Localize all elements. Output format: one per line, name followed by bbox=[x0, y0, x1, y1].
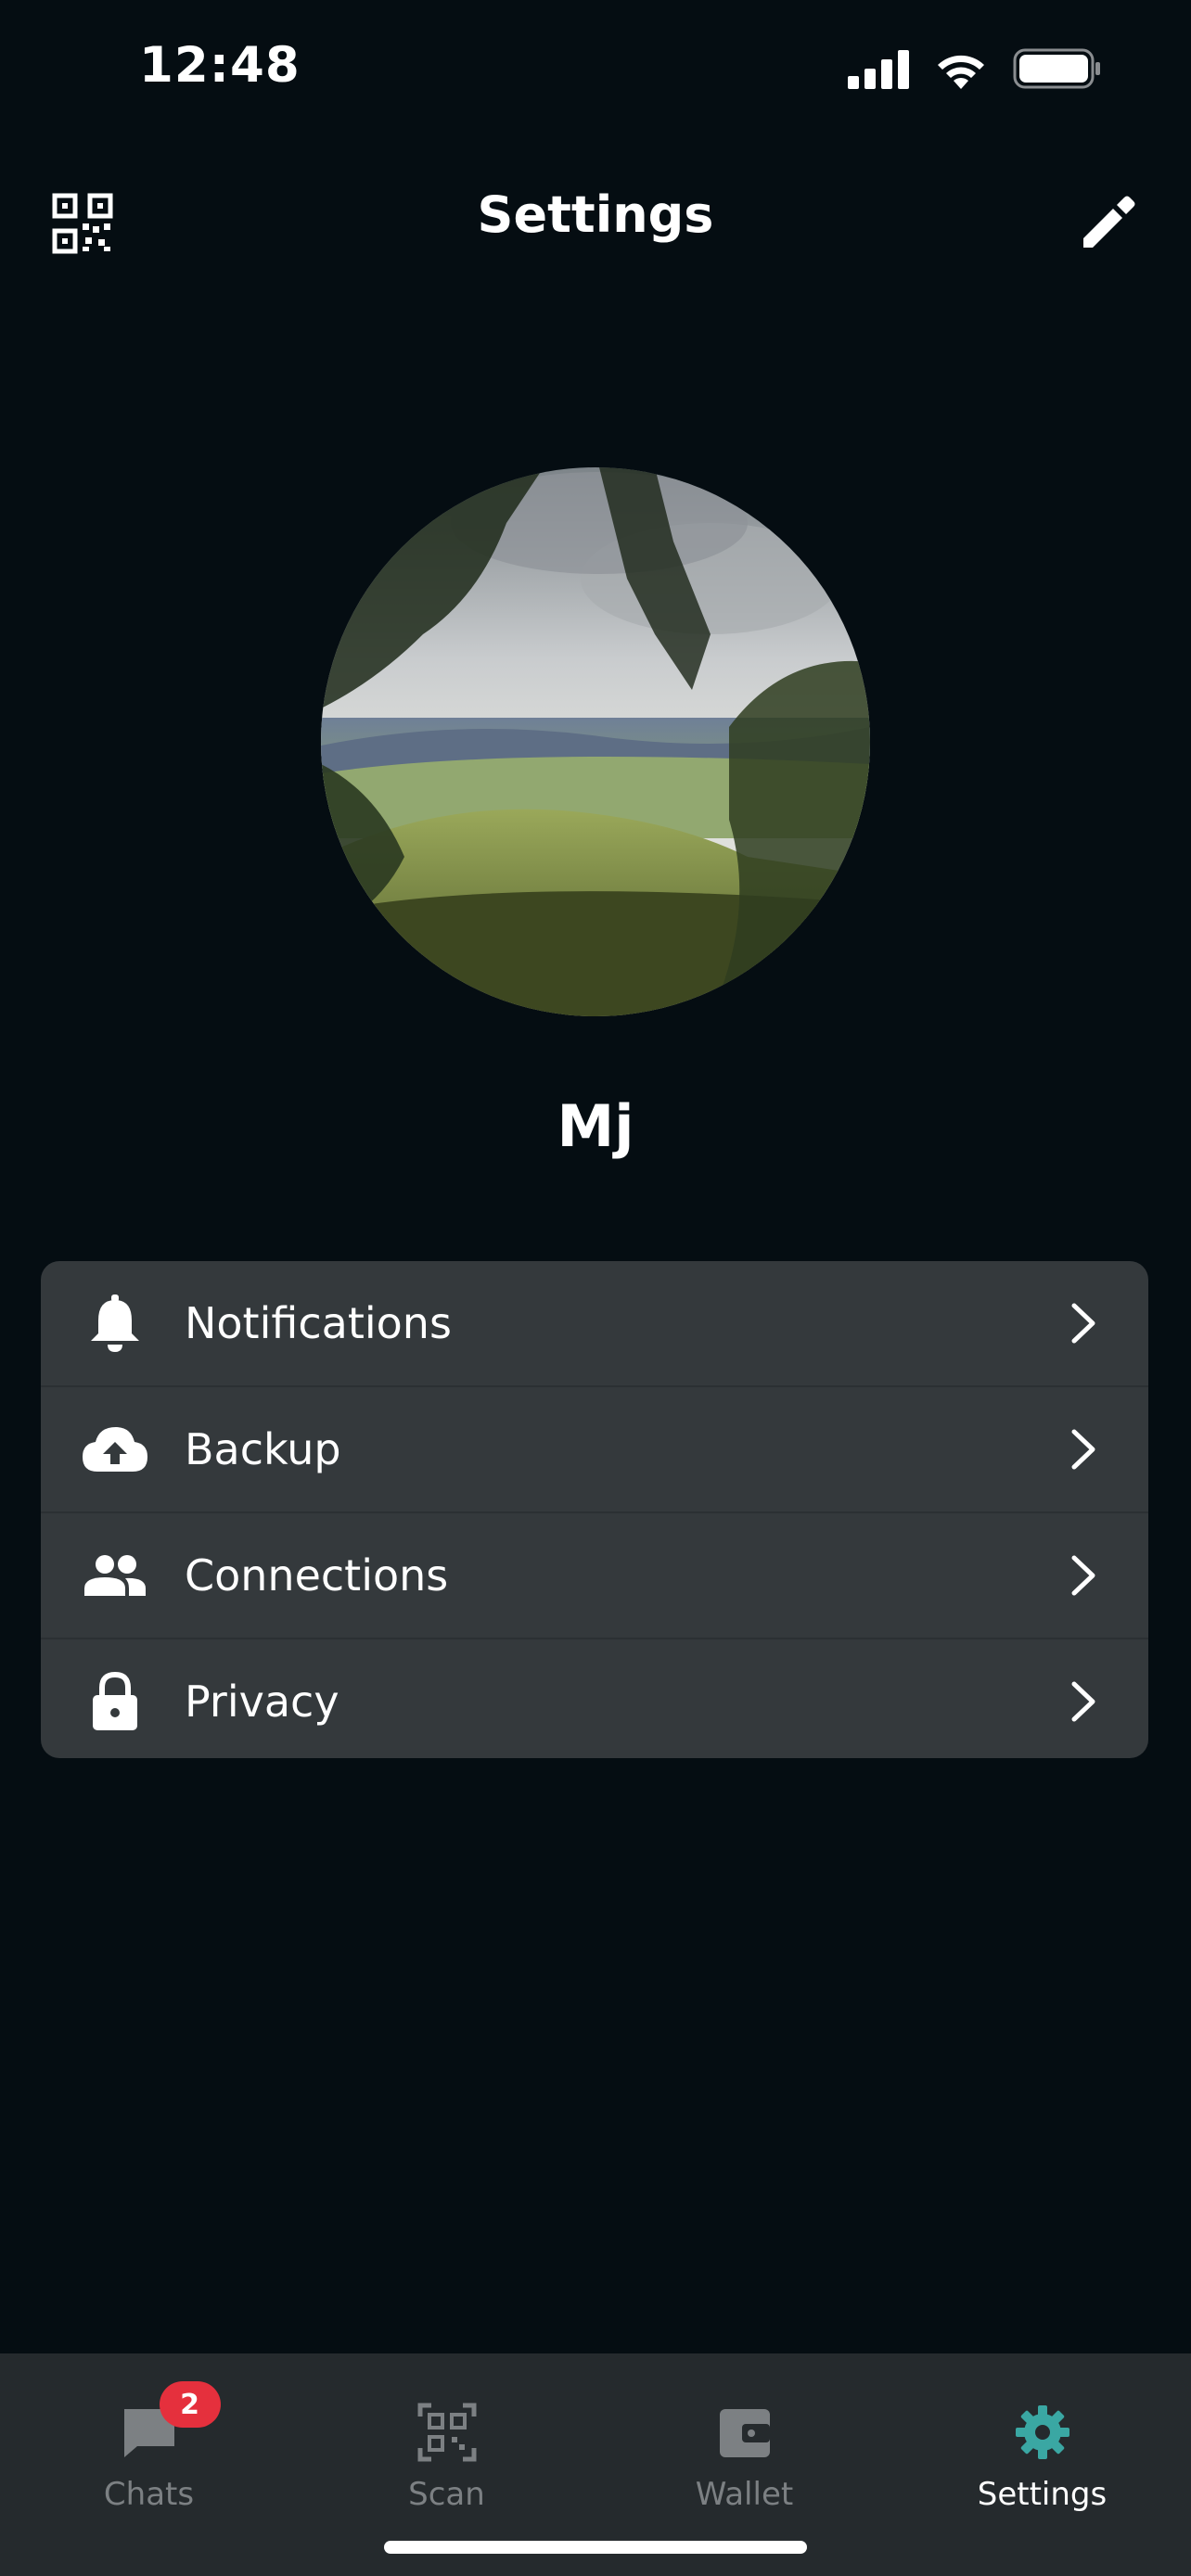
avatar[interactable] bbox=[321, 467, 870, 1016]
settings-item-label: Connections bbox=[185, 1550, 449, 1600]
chevron-right-icon bbox=[1065, 1552, 1102, 1599]
tab-label: Chats bbox=[103, 2476, 195, 2513]
settings-item-notifications[interactable]: Notifications bbox=[41, 1261, 1148, 1387]
settings-item-label: Notifications bbox=[185, 1298, 452, 1348]
tab-chats[interactable]: 2 Chats bbox=[0, 2353, 298, 2539]
tab-label: Scan bbox=[408, 2476, 485, 2513]
chat-bubble-icon: 2 bbox=[119, 2381, 221, 2463]
settings-item-privacy[interactable]: Privacy bbox=[41, 1639, 1148, 1758]
chevron-right-icon bbox=[1065, 1300, 1102, 1346]
profile-name: Mj bbox=[557, 1092, 634, 1160]
gear-icon bbox=[1012, 2402, 1073, 2463]
settings-list: Notifications Backup Connections Privacy bbox=[41, 1261, 1148, 1758]
wifi-icon bbox=[933, 48, 989, 93]
edit-profile-button[interactable] bbox=[1076, 190, 1141, 255]
home-indicator[interactable] bbox=[384, 2541, 807, 2554]
tab-settings[interactable]: Settings bbox=[893, 2353, 1191, 2539]
status-time: 12:48 bbox=[139, 37, 301, 94]
settings-item-backup[interactable]: Backup bbox=[41, 1387, 1148, 1513]
cloud-upload-icon bbox=[80, 1414, 150, 1485]
status-indicators bbox=[848, 46, 1102, 95]
settings-item-connections[interactable]: Connections bbox=[41, 1513, 1148, 1639]
qr-scan-icon bbox=[416, 2402, 478, 2463]
tab-label: Settings bbox=[977, 2476, 1108, 2513]
unread-badge: 2 bbox=[159, 2381, 221, 2428]
bell-icon bbox=[80, 1288, 150, 1358]
settings-item-label: Privacy bbox=[185, 1677, 339, 1727]
tab-scan[interactable]: Scan bbox=[298, 2353, 596, 2539]
people-icon bbox=[80, 1540, 150, 1611]
lock-icon bbox=[80, 1666, 150, 1737]
tab-wallet[interactable]: Wallet bbox=[596, 2353, 893, 2539]
settings-item-label: Backup bbox=[185, 1424, 341, 1474]
battery-icon bbox=[1013, 48, 1102, 93]
cellular-signal-icon bbox=[848, 48, 909, 93]
page-title: Settings bbox=[477, 185, 714, 244]
pencil-edit-icon bbox=[1076, 196, 1141, 259]
chevron-right-icon bbox=[1065, 1678, 1102, 1725]
chevron-right-icon bbox=[1065, 1426, 1102, 1473]
wallet-icon bbox=[714, 2402, 775, 2463]
tab-label: Wallet bbox=[695, 2476, 794, 2513]
